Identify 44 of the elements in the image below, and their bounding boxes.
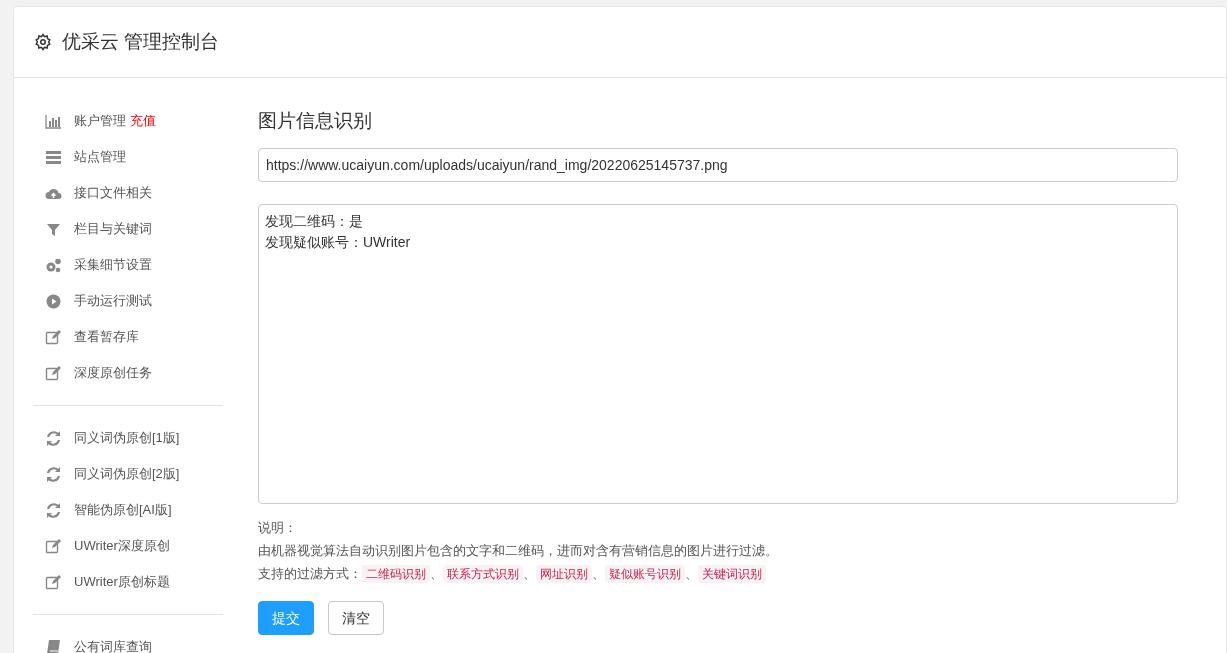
refresh-icon — [45, 501, 62, 519]
sidebar-link[interactable]: 栏目与关键词 — [74, 219, 152, 239]
settings-icon — [34, 33, 52, 51]
filter-method-tag: 二维码识别 — [362, 564, 430, 583]
edit-icon — [45, 537, 62, 555]
edit-icon — [45, 364, 62, 382]
sidebar-link[interactable]: 接口文件相关 — [74, 183, 152, 203]
filter-method-tag: 联系方式识别 — [443, 564, 523, 583]
filter-method-tag: 疑似账号识别 — [605, 564, 685, 583]
result-box[interactable]: 发现二维码：是 发现疑似账号：UWriter — [258, 204, 1178, 504]
sidebar-link[interactable]: 深度原创任务 — [74, 363, 152, 383]
notes-heading: 说明： — [258, 519, 297, 537]
sidebar-link[interactable]: UWriter原创标题 — [74, 572, 170, 592]
section-title: 图片信息识别 — [258, 109, 373, 133]
url-field[interactable]: https://www.ucaiyun.com/uploads/ucaiyun/rand_img/20220625145737.png — [258, 148, 1178, 182]
console-title: 优采云 管理控制台 — [62, 29, 220, 54]
sidebar-link[interactable]: 同义词伪原创[1版] — [74, 428, 180, 448]
sidebar-link[interactable]: 账户管理 — [74, 111, 126, 131]
filter-method-tag: 网址识别 — [536, 564, 592, 583]
play-icon — [45, 292, 62, 310]
notes-description: 由机器视觉算法自动识别图片包含的文字和二维码，进而对含有营销信息的图片进行过滤。 — [258, 542, 778, 560]
sidebar-link[interactable]: 手动运行测试 — [74, 291, 152, 311]
filter-methods-label: 支持的过滤方式： — [258, 565, 362, 583]
edit-icon — [45, 328, 62, 346]
separator: 、 — [523, 565, 536, 583]
sidebar-link[interactable]: 同义词伪原创[2版] — [74, 464, 180, 484]
sidebar-link[interactable]: 公有词库查询 — [74, 637, 152, 653]
sidebar-link[interactable]: 采集细节设置 — [74, 255, 152, 275]
recharge-link[interactable]: 充值 — [130, 111, 156, 131]
server-icon — [45, 148, 62, 166]
separator: 、 — [592, 565, 605, 583]
refresh-icon — [45, 465, 62, 483]
bar-chart-icon — [45, 112, 62, 130]
gears-icon — [45, 256, 62, 274]
filter-method-tag: 关键词识别 — [698, 564, 766, 583]
sidebar-link[interactable]: 站点管理 — [74, 147, 126, 167]
sidebar-link[interactable]: UWriter深度原创 — [74, 536, 170, 556]
separator: 、 — [685, 565, 698, 583]
clear-button[interactable]: 清空 — [328, 601, 384, 635]
refresh-icon — [45, 429, 62, 447]
edit-icon — [45, 573, 62, 591]
sidebar-link[interactable]: 智能伪原创[AI版] — [74, 500, 172, 520]
sidebar-link[interactable]: 查看暂存库 — [74, 327, 139, 347]
separator: 、 — [430, 565, 443, 583]
